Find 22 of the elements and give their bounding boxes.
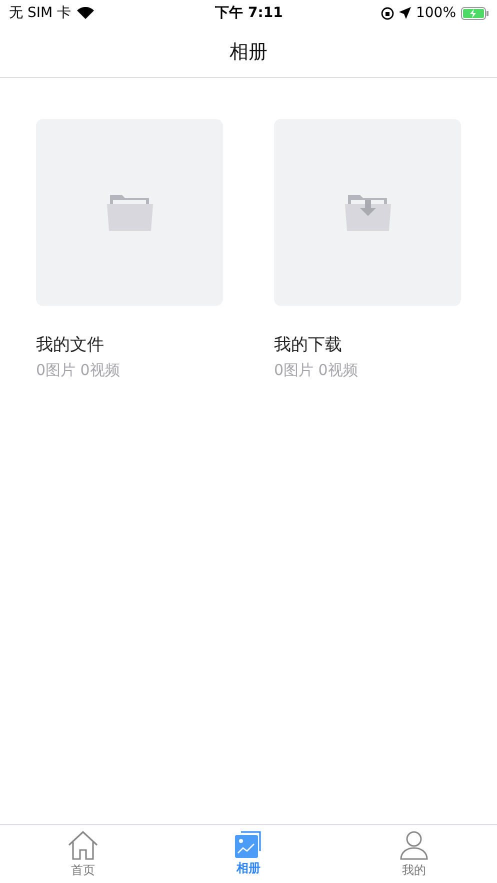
album-name: 我的下载 xyxy=(274,334,343,356)
album-count: 0图片 0视频 xyxy=(274,361,359,380)
album-thumbnail[interactable] xyxy=(36,119,223,306)
person-icon xyxy=(400,831,428,860)
battery-charging-icon xyxy=(461,6,490,20)
album-name: 我的文件 xyxy=(36,334,105,356)
home-icon xyxy=(68,831,98,860)
tab[interactable]: 相册 xyxy=(166,825,332,883)
status-time: 下午 7:11 xyxy=(215,4,283,22)
battery-percent: 100% xyxy=(416,5,456,21)
location-arrow-icon xyxy=(398,7,411,19)
page-title: 相册 xyxy=(230,40,268,64)
folder-icon xyxy=(106,194,152,230)
download-folder-icon xyxy=(344,194,390,230)
tab[interactable]: 我的 xyxy=(331,825,497,883)
picture-icon xyxy=(235,831,262,858)
album-thumbnail[interactable] xyxy=(274,119,461,306)
tab[interactable]: 首页 xyxy=(0,825,166,883)
album-count: 0图片 0视频 xyxy=(36,361,121,380)
carrier-label: 无 SIM 卡 xyxy=(9,4,71,22)
rotation-lock-icon xyxy=(380,6,394,20)
wifi-icon xyxy=(77,7,94,19)
